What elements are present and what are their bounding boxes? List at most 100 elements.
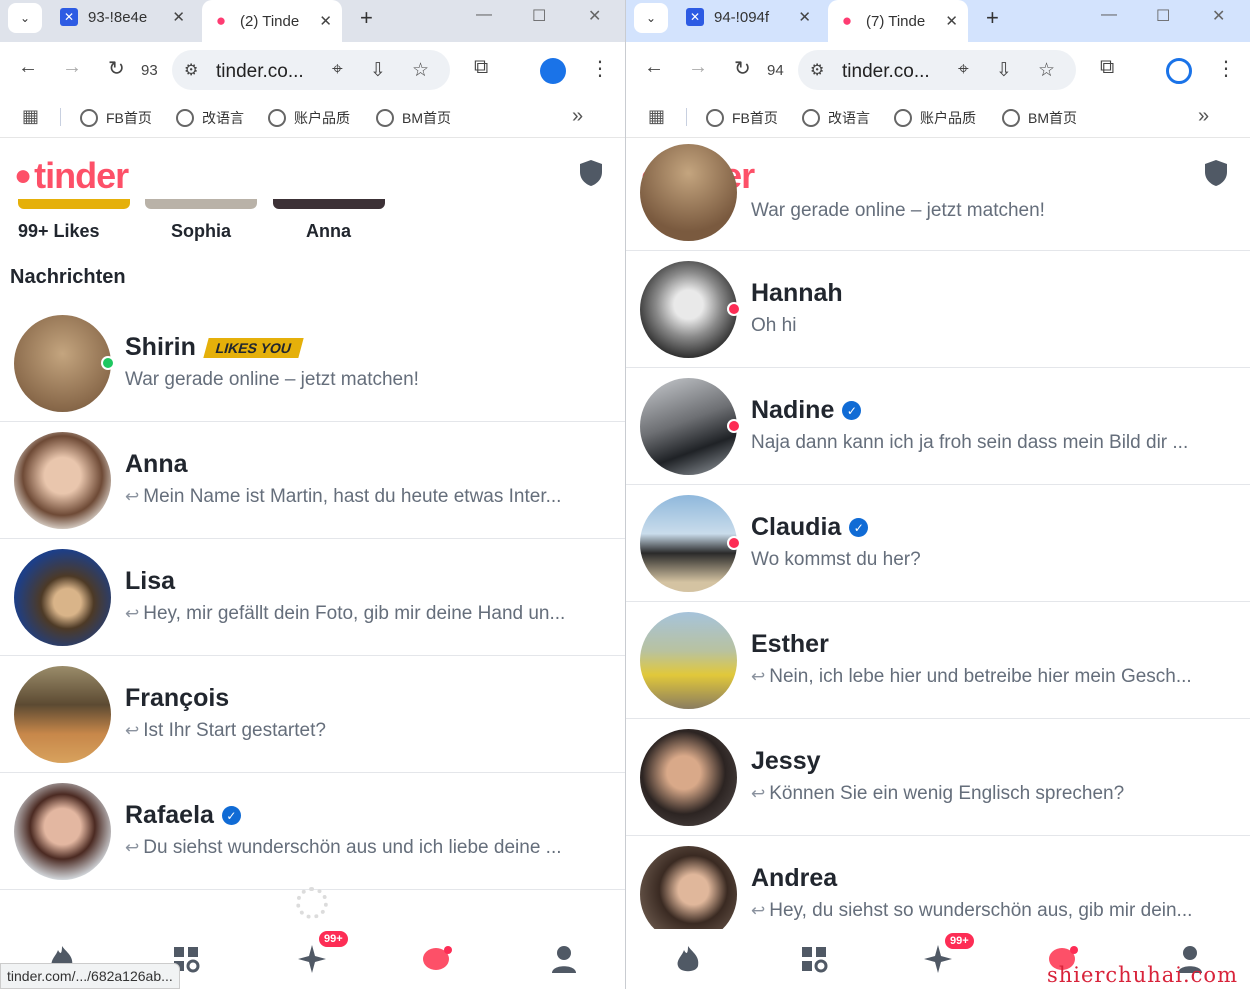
new-tab-button[interactable]: + <box>360 5 373 31</box>
online-dot <box>101 356 115 370</box>
profile-avatar[interactable] <box>540 58 566 84</box>
bookmark-item[interactable]: 改语言 <box>802 108 870 128</box>
avatar <box>640 378 737 475</box>
more-menu-icon[interactable]: ⋮ <box>1216 56 1236 81</box>
reply-arrow-icon: ↩ <box>125 721 140 740</box>
tab-inactive[interactable]: ✕ 94-!094f ✕ <box>676 0 821 34</box>
nav-explore-icon[interactable] <box>798 943 830 975</box>
reply-arrow-icon: ↩ <box>751 784 766 803</box>
tab-search-button[interactable]: ⌄ <box>634 3 668 33</box>
site-settings-icon[interactable]: ⚙ <box>184 60 198 80</box>
location-icon[interactable]: ⌖ <box>958 59 969 81</box>
message-row[interactable]: Anna ↩ Mein Name ist Martin, hast du heut… <box>0 422 625 539</box>
avatar <box>14 315 111 412</box>
bookmark-label: 改语言 <box>202 110 244 126</box>
avatar <box>14 783 111 880</box>
more-menu-icon[interactable]: ⋮ <box>590 56 610 81</box>
back-button[interactable]: ← <box>644 56 664 79</box>
extensions-icon[interactable]: ⧉ <box>1100 56 1114 79</box>
apps-grid-icon[interactable]: ▦ <box>22 106 39 127</box>
likes-thumbnail[interactable] <box>18 199 130 209</box>
bookmark-item[interactable]: BM首页 <box>376 108 451 128</box>
message-row[interactable]: Nadine ✓ Naja dann kann ich ja froh sein … <box>626 368 1250 485</box>
tab-active[interactable]: ● (7) Tinde ✕ <box>828 0 968 42</box>
bookmark-label: FB首页 <box>732 110 778 126</box>
tab-inactive[interactable]: ✕ 93-!8e4e ✕ <box>50 0 195 34</box>
message-row[interactable]: François ↩ Ist Ihr Start gestartet? <box>0 656 625 773</box>
close-icon[interactable]: ✕ <box>798 8 811 26</box>
reload-button[interactable]: ↻ <box>734 56 751 81</box>
location-icon[interactable]: ⌖ <box>332 59 343 81</box>
bookmark-star-icon[interactable]: ☆ <box>412 59 429 82</box>
bookmark-item[interactable]: FB首页 <box>706 108 778 128</box>
more-bookmarks-icon[interactable]: » <box>572 105 583 128</box>
message-row[interactable]: Hannah Oh hi <box>626 251 1250 368</box>
reload-counter: 94 <box>767 62 784 79</box>
nav-messages-icon[interactable] <box>422 943 454 975</box>
forward-button[interactable]: → <box>688 56 708 79</box>
contact-name: Esther <box>751 630 829 658</box>
avatar <box>14 432 111 529</box>
message-row[interactable]: Lisa ↩ Hey, mir gefällt dein Foto, gib mi… <box>0 539 625 656</box>
bookmark-item[interactable]: BM首页 <box>1002 108 1077 128</box>
unread-dot <box>727 536 741 550</box>
nav-profile-icon[interactable] <box>548 943 580 975</box>
bookmark-star-icon[interactable]: ☆ <box>1038 59 1055 82</box>
tab-search-button[interactable]: ⌄ <box>8 3 42 33</box>
match-thumbnail[interactable] <box>273 199 385 209</box>
message-row[interactable]: Rafaela ✓ ↩ Du siehst wunderschön aus und … <box>0 773 625 890</box>
close-icon[interactable]: ✕ <box>945 12 958 30</box>
bookmark-label: 账户品质 <box>920 110 976 126</box>
contact-name: Andrea <box>751 864 838 892</box>
maximize-button[interactable]: ☐ <box>532 6 546 26</box>
story-label: Sophia <box>171 221 232 241</box>
blue-x-icon: ✕ <box>686 8 704 26</box>
globe-icon <box>176 109 194 127</box>
tab-strip: ⌄ ✕ 94-!094f ✕ ● (7) Tinde ✕ + — ☐ ✕ <box>626 0 1250 42</box>
bookmark-item[interactable]: 账户品质 <box>268 108 350 128</box>
bookmark-item[interactable]: 账户品质 <box>894 108 976 128</box>
contact-name: Claudia ✓ <box>751 513 869 542</box>
minimize-button[interactable]: — <box>1101 6 1117 24</box>
close-icon[interactable]: ✕ <box>319 12 332 30</box>
bookmark-label: 改语言 <box>828 110 870 126</box>
bookmark-item[interactable]: FB首页 <box>80 108 152 128</box>
new-tab-button[interactable]: + <box>986 5 999 31</box>
close-window-button[interactable]: ✕ <box>1212 6 1225 26</box>
bookmark-item[interactable]: 改语言 <box>176 108 244 128</box>
tinder-flame-icon: ● <box>215 11 227 30</box>
maximize-button[interactable]: ☐ <box>1156 6 1170 26</box>
extensions-icon[interactable]: ⧉ <box>474 56 488 79</box>
address-bar[interactable]: ⚙ tinder.co... ⌖ ⇩ ☆ <box>172 50 450 90</box>
tab-active[interactable]: ● (2) Tinde ✕ <box>202 0 342 42</box>
address-bar[interactable]: ⚙ tinder.co... ⌖ ⇩ ☆ <box>798 50 1076 90</box>
message-row[interactable]: Jessy ↩ Können Sie ein wenig Englisch spr… <box>626 719 1250 836</box>
forward-button[interactable]: → <box>62 56 82 79</box>
more-bookmarks-icon[interactable]: » <box>1198 105 1209 128</box>
close-icon[interactable]: ✕ <box>172 8 185 26</box>
message-row[interactable]: Esther ↩ Nein, ich lebe hier und betreibe… <box>626 602 1250 719</box>
minimize-button[interactable]: — <box>476 6 492 24</box>
tab-title: 94-!094f <box>714 8 770 26</box>
site-settings-icon[interactable]: ⚙ <box>810 60 824 80</box>
globe-icon <box>80 109 98 127</box>
install-app-icon[interactable]: ⇩ <box>996 59 1012 82</box>
apps-grid-icon[interactable]: ▦ <box>648 106 665 127</box>
bookmark-label: 账户品质 <box>294 110 350 126</box>
message-row[interactable]: Shirin LIKES YOU War gerade online – jetz… <box>0 305 625 422</box>
tinder-flame-icon: ● <box>14 159 33 192</box>
message-preview: ↩ Mein Name ist Martin, hast du heute etw… <box>125 486 562 507</box>
unread-dot <box>727 419 741 433</box>
message-row[interactable]: Claudia ✓ Wo kommst du her? <box>626 485 1250 602</box>
reply-arrow-icon: ↩ <box>751 667 766 686</box>
nav-home-flame-icon[interactable] <box>672 943 704 975</box>
bookmarks-bar: ▦ FB首页 改语言 账户品质 BM首页 » <box>626 98 1250 138</box>
back-button[interactable]: ← <box>18 56 38 79</box>
reload-button[interactable]: ↻ <box>108 56 125 81</box>
message-row-partial[interactable]: War gerade online – jetzt matchen! <box>626 139 1250 251</box>
close-window-button[interactable]: ✕ <box>588 6 601 26</box>
profile-avatar[interactable] <box>1166 58 1192 84</box>
match-thumbnail[interactable] <box>145 199 257 209</box>
install-app-icon[interactable]: ⇩ <box>370 59 386 82</box>
shield-icon[interactable] <box>579 159 603 187</box>
